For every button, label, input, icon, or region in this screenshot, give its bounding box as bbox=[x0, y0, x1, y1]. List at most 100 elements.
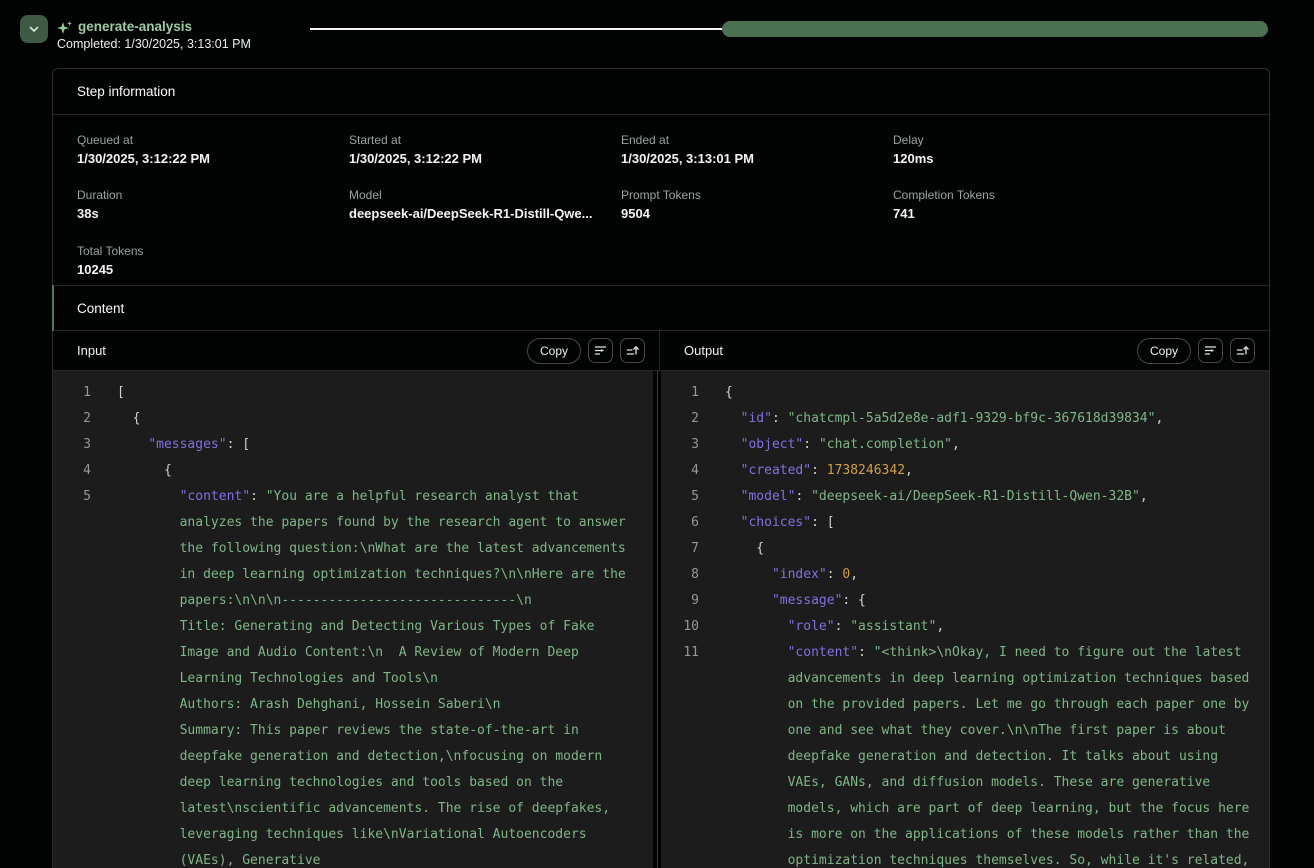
code-split-view: 1[2{3"messages": [4{5"content": "You are… bbox=[53, 371, 1269, 868]
content-accent-bar bbox=[52, 285, 54, 331]
field-value: 741 bbox=[893, 206, 1165, 221]
timeline-track bbox=[310, 28, 723, 30]
output-scroll-top-button[interactable] bbox=[1230, 338, 1255, 363]
collapse-step-button[interactable] bbox=[20, 15, 48, 43]
field-value: deepseek-ai/DeepSeek-R1-Distill-Qwe... bbox=[349, 206, 621, 221]
field-label: Duration bbox=[77, 188, 349, 202]
line-number: 5 bbox=[661, 484, 699, 510]
panel-splitter[interactable] bbox=[653, 371, 661, 868]
line-number: 2 bbox=[661, 406, 699, 432]
code-text: "index": 0, bbox=[725, 562, 1269, 588]
sparkles-icon bbox=[56, 19, 74, 37]
field-label: Ended at bbox=[621, 133, 893, 147]
line-number: 7 bbox=[661, 536, 699, 562]
code-line: 3 "object": "chat.completion", bbox=[661, 432, 1269, 458]
line-number: 11 bbox=[661, 640, 699, 666]
content-section-header: Content bbox=[53, 285, 1269, 331]
step-detail-panel: Step information Queued at1/30/2025, 3:1… bbox=[52, 68, 1270, 868]
code-text: "created": 1738246342, bbox=[725, 458, 1269, 484]
code-text: [ bbox=[117, 380, 653, 406]
code-text: "id": "chatcmpl-5a5d2e8e-adf1-9329-bf9c-… bbox=[725, 406, 1269, 432]
code-line: 11 "content": "<think>\nOkay, I need to f… bbox=[661, 640, 1269, 868]
field-value: 10245 bbox=[77, 262, 349, 277]
chevron-down-icon bbox=[28, 23, 40, 35]
field-value: 9504 bbox=[621, 206, 893, 221]
run-header: generate-analysis Completed: 1/30/2025, … bbox=[0, 0, 1314, 58]
code-text: "messages": [ bbox=[117, 432, 653, 458]
code-line: 2 "id": "chatcmpl-5a5d2e8e-adf1-9329-bf9c… bbox=[661, 406, 1269, 432]
line-number: 3 bbox=[53, 432, 91, 458]
code-line: 8 "index": 0, bbox=[661, 562, 1269, 588]
line-number: 8 bbox=[661, 562, 699, 588]
line-number: 5 bbox=[53, 484, 91, 510]
step-info-grid: Queued at1/30/2025, 3:12:22 PMStarted at… bbox=[53, 115, 1269, 285]
step-status: Completed: 1/30/2025, 3:13:01 PM bbox=[57, 37, 251, 51]
wrap-text-icon bbox=[1203, 343, 1218, 358]
code-line: 10 "role": "assistant", bbox=[661, 614, 1269, 640]
info-field: Queued at 1/30/2025, 3:12:22 PM bbox=[77, 133, 349, 174]
field-value: 1/30/2025, 3:13:01 PM bbox=[621, 151, 893, 166]
code-text: "model": "deepseek-ai/DeepSeek-R1-Distil… bbox=[725, 484, 1269, 510]
code-text: "content": "You are a helpful research a… bbox=[117, 484, 653, 868]
content-title: Content bbox=[77, 301, 124, 316]
line-number: 1 bbox=[53, 380, 91, 406]
input-copy-button[interactable]: Copy bbox=[527, 338, 581, 364]
input-panel-header: Input Copy bbox=[53, 331, 660, 370]
code-text: "choices": [ bbox=[725, 510, 1269, 536]
code-line: 4"created": 1738246342, bbox=[661, 458, 1269, 484]
timeline-duration-bar[interactable] bbox=[722, 21, 1268, 37]
field-value: 1/30/2025, 3:12:22 PM bbox=[77, 151, 349, 166]
line-number: 4 bbox=[53, 458, 91, 484]
output-panel-title: Output bbox=[684, 343, 723, 358]
code-line: 1{ bbox=[661, 380, 1269, 406]
field-label: Model bbox=[349, 188, 621, 202]
output-copy-button[interactable]: Copy bbox=[1137, 338, 1191, 364]
code-text: { bbox=[117, 406, 653, 432]
input-wrap-text-button[interactable] bbox=[588, 338, 613, 363]
field-label: Started at bbox=[349, 133, 621, 147]
code-line: 4{ bbox=[53, 458, 653, 484]
info-field: Delay120ms bbox=[893, 133, 1165, 174]
code-text: { bbox=[725, 380, 1269, 406]
scroll-top-icon bbox=[625, 343, 640, 358]
code-line: 6"choices": [ bbox=[661, 510, 1269, 536]
line-number: 1 bbox=[661, 380, 699, 406]
field-label: Completion Tokens bbox=[893, 188, 1165, 202]
code-text: "object": "chat.completion", bbox=[725, 432, 1269, 458]
input-code-editor[interactable]: 1[2{3"messages": [4{5"content": "You are… bbox=[53, 371, 653, 868]
input-scroll-top-button[interactable] bbox=[620, 338, 645, 363]
info-field: Model deepseek-ai/DeepSeek-R1-Distill-Qwe… bbox=[349, 188, 621, 229]
output-code-editor[interactable]: 1{2"id": "chatcmpl-5a5d2e8e-adf1-9329-bf… bbox=[661, 371, 1269, 868]
wrap-text-icon bbox=[593, 343, 608, 358]
field-value: 1/30/2025, 3:12:22 PM bbox=[349, 151, 621, 166]
step-information-title: Step information bbox=[77, 84, 175, 99]
info-field: Started at 1/30/2025, 3:12:22 PM bbox=[349, 133, 621, 174]
field-value: 120ms bbox=[893, 151, 1165, 166]
code-text: { bbox=[725, 536, 1269, 562]
code-line: 7{ bbox=[661, 536, 1269, 562]
input-panel-title: Input bbox=[77, 343, 106, 358]
code-line: 3 "messages": [ bbox=[53, 432, 653, 458]
code-line: 1[ bbox=[53, 380, 653, 406]
output-wrap-text-button[interactable] bbox=[1198, 338, 1223, 363]
line-number: 9 bbox=[661, 588, 699, 614]
code-line: 5 "model": "deepseek-ai/DeepSeek-R1-Disti… bbox=[661, 484, 1269, 510]
line-number: 10 bbox=[661, 614, 699, 640]
code-text: "content": "<think>\nOkay, I need to fig… bbox=[725, 640, 1269, 868]
field-label: Total Tokens bbox=[77, 244, 349, 258]
io-panels-header: Input Copy Output Copy bbox=[53, 331, 1269, 371]
output-toolbar: Copy bbox=[1137, 338, 1255, 364]
info-field: Prompt Tokens9504 bbox=[621, 188, 893, 229]
step-title: generate-analysis bbox=[78, 19, 192, 34]
code-text: "role": "assistant", bbox=[725, 614, 1269, 640]
scroll-top-icon bbox=[1235, 343, 1250, 358]
step-information-header: Step information bbox=[53, 69, 1269, 115]
line-number: 2 bbox=[53, 406, 91, 432]
code-line: 2{ bbox=[53, 406, 653, 432]
info-field: Completion Tokens 741 bbox=[893, 188, 1165, 229]
line-number: 3 bbox=[661, 432, 699, 458]
input-toolbar: Copy bbox=[527, 338, 645, 364]
field-label: Queued at bbox=[77, 133, 349, 147]
info-field: Total Tokens 10245 bbox=[77, 244, 349, 285]
code-text: { bbox=[117, 458, 653, 484]
